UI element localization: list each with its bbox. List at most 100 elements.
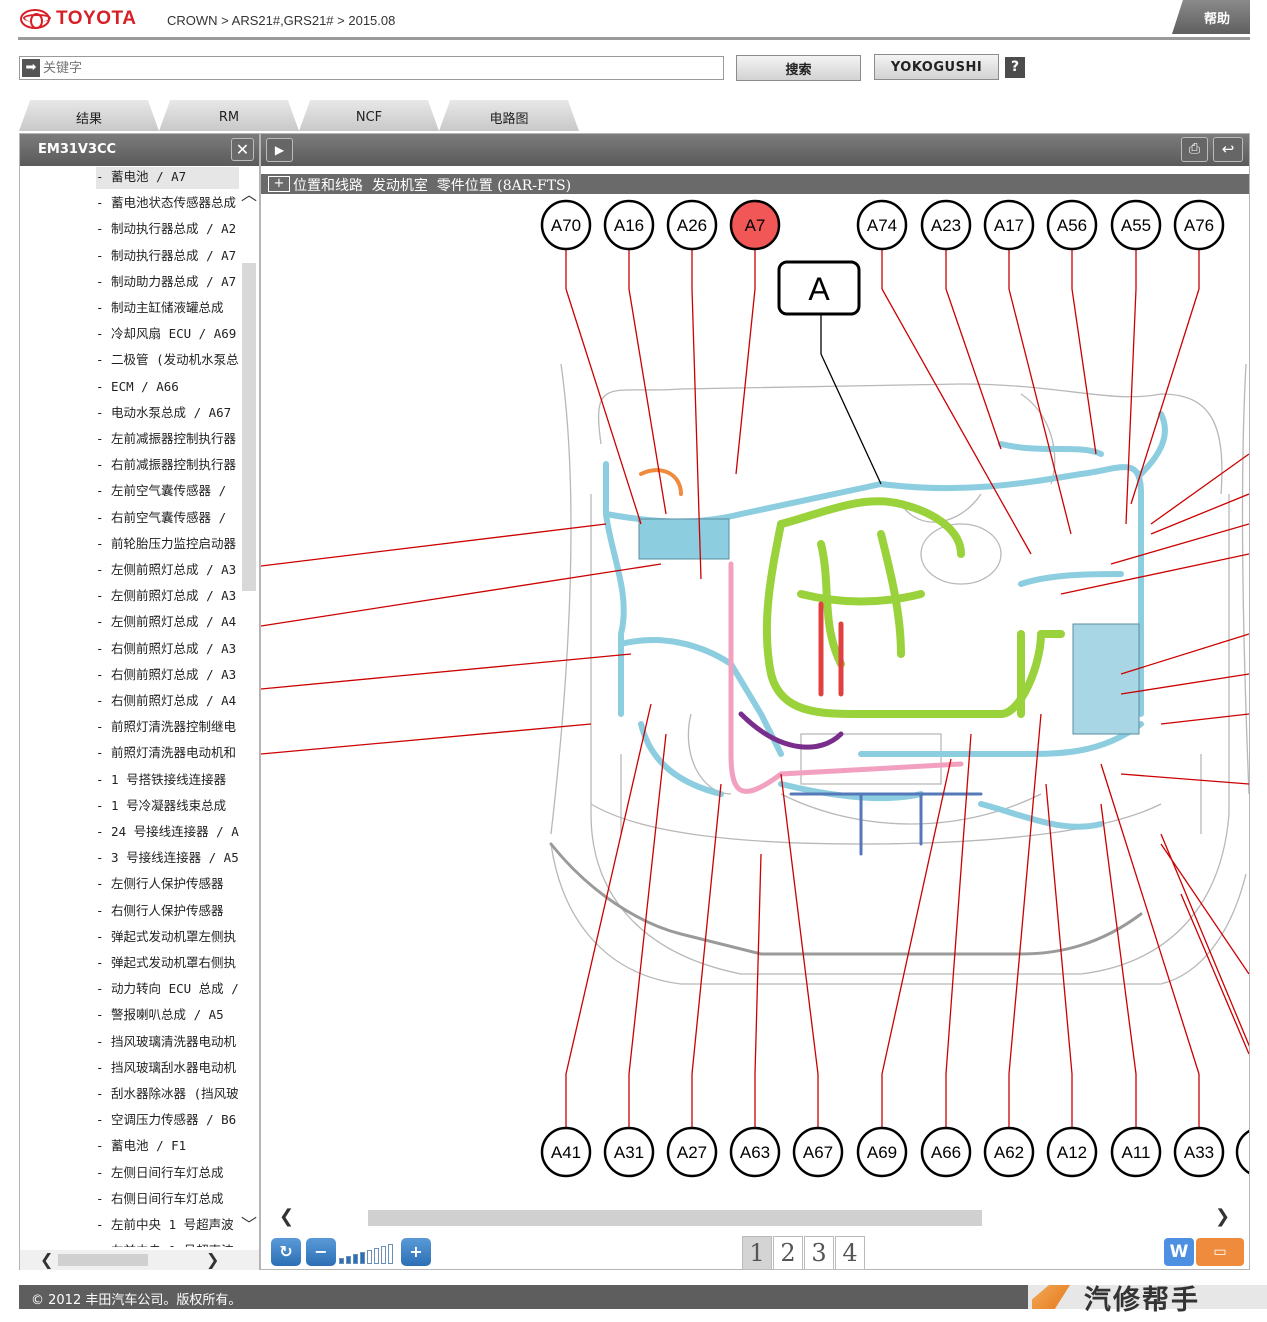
tree-item[interactable]: - 右侧行人保护传感器 bbox=[96, 901, 239, 923]
tree-item[interactable]: - 右前空气囊传感器 / bbox=[96, 508, 239, 530]
diagram-viewport[interactable]: A A70 A16 A26 A7 A74 A23 A17 A56 A55 A76 A41 A31 A2… bbox=[261, 194, 1249, 1206]
connector-marker[interactable]: A23 bbox=[920, 199, 972, 251]
expand-panel-button[interactable]: ▶ bbox=[266, 138, 293, 162]
vertical-scrollbar[interactable]: ︿ ﹀ bbox=[239, 167, 259, 1250]
connector-marker[interactable]: A69 bbox=[856, 1126, 908, 1178]
tree-item[interactable]: - 弹起式发动机罩左侧执 bbox=[96, 927, 239, 949]
connector-label[interactable]: A23 bbox=[931, 216, 961, 235]
tree-item[interactable]: - ECM / A66 bbox=[96, 377, 239, 399]
tree-item[interactable]: - 前照灯清洗器电动机和 bbox=[96, 743, 239, 765]
connector-marker[interactable]: A66 bbox=[920, 1126, 972, 1178]
tree-item[interactable]: - 制动执行器总成 / A2 bbox=[96, 219, 239, 241]
connector-label[interactable]: A41 bbox=[551, 1143, 581, 1162]
tree-item[interactable]: - 右前减振器控制执行器 bbox=[96, 455, 239, 477]
tab-results[interactable]: 结果 bbox=[19, 100, 159, 131]
tab-ncf[interactable]: NCF bbox=[299, 100, 439, 131]
tree-item[interactable]: - 蓄电池 / A7 bbox=[96, 167, 239, 189]
connector-marker[interactable]: A74 bbox=[856, 199, 908, 251]
help-button[interactable]: 帮助 bbox=[1172, 0, 1250, 34]
tree-item[interactable]: - 空调压力传感器 / B6 bbox=[96, 1110, 239, 1132]
back-icon[interactable]: ↩ bbox=[1213, 137, 1243, 162]
chevron-down-icon[interactable]: ﹀ bbox=[239, 1211, 259, 1234]
connector-label[interactable]: A26 bbox=[677, 216, 707, 235]
connector-marker[interactable]: A bbox=[1235, 1128, 1249, 1176]
page-button[interactable]: 2 bbox=[773, 1236, 803, 1270]
chevron-left-icon[interactable]: ❮ bbox=[40, 1250, 53, 1269]
connector-label[interactable]: A27 bbox=[677, 1143, 707, 1162]
connector-marker[interactable]: A55 bbox=[1110, 199, 1162, 251]
connector-label[interactable]: A67 bbox=[803, 1143, 833, 1162]
print-icon[interactable]: ⎙ bbox=[1181, 137, 1208, 162]
tree-item[interactable]: - 制动执行器总成 / A7 bbox=[96, 246, 239, 268]
tree-item[interactable]: - 弹起式发动机罩右侧执 bbox=[96, 953, 239, 975]
tree-item[interactable]: - 警报喇叭总成 / A5 bbox=[96, 1005, 239, 1027]
connector-marker[interactable]: A33 bbox=[1173, 1126, 1225, 1178]
tree-item[interactable]: - 左前中央 1 号超声波 bbox=[96, 1241, 239, 1247]
close-button[interactable]: ✕ bbox=[231, 138, 254, 161]
yokogushi-button[interactable]: YOKOGUSHI bbox=[874, 54, 999, 80]
connector-label[interactable]: A7 bbox=[745, 216, 766, 235]
tree-item[interactable]: - 左侧前照灯总成 / A3 bbox=[96, 560, 239, 582]
connector-label[interactable]: A55 bbox=[1121, 216, 1151, 235]
search-input[interactable] bbox=[43, 58, 719, 78]
connector-label[interactable]: A11 bbox=[1122, 1143, 1151, 1162]
expand-icon[interactable]: + bbox=[268, 176, 290, 192]
connector-marker[interactable]: A67 bbox=[792, 1126, 844, 1178]
tree-item[interactable]: - 右侧前照灯总成 / A3 bbox=[96, 639, 239, 661]
tree-item[interactable]: - 蓄电池状态传感器总成 bbox=[96, 193, 239, 215]
zoom-in-icon[interactable]: + bbox=[401, 1238, 431, 1266]
tree-item[interactable]: - 制动主缸储液罐总成 bbox=[96, 298, 239, 320]
connector-label[interactable]: A56 bbox=[1057, 216, 1087, 235]
chevron-left-icon[interactable]: ❮ bbox=[279, 1206, 294, 1227]
tree-item[interactable]: - 左侧日间行车灯总成 bbox=[96, 1163, 239, 1185]
connector-label[interactable]: A76 bbox=[1184, 216, 1214, 235]
connector-marker[interactable]: A62 bbox=[983, 1126, 1035, 1178]
connector-marker[interactable]: A7 bbox=[729, 199, 781, 251]
zoom-level-indicator[interactable] bbox=[339, 1240, 399, 1264]
tree-item[interactable]: - 左前空气囊传感器 / bbox=[96, 481, 239, 503]
connector-label[interactable]: A70 bbox=[551, 216, 581, 235]
connector-circle[interactable] bbox=[1235, 1128, 1249, 1176]
zoom-out-icon[interactable]: − bbox=[306, 1238, 336, 1266]
tree-item[interactable]: - 1 号冷凝器线束总成 bbox=[96, 796, 239, 818]
tree-item[interactable]: - 左前减振器控制执行器 bbox=[96, 429, 239, 451]
horizontal-scrollbar-left[interactable]: ❮ ❯ bbox=[20, 1250, 259, 1270]
connector-label[interactable]: A33 bbox=[1184, 1143, 1214, 1162]
page-button[interactable]: 4 bbox=[835, 1236, 865, 1270]
tree-item[interactable]: - 挡风玻璃清洗器电动机 bbox=[96, 1032, 239, 1054]
tree-item[interactable]: - 挡风玻璃刮水器电动机 bbox=[96, 1058, 239, 1080]
tree-item[interactable]: - 左前中央 1 号超声波 bbox=[96, 1215, 239, 1237]
connector-marker[interactable]: A31 bbox=[603, 1126, 655, 1178]
tree-item[interactable]: - 左侧行人保护传感器 bbox=[96, 874, 239, 896]
tree-item[interactable]: - 二极管 (发动机水泵总 bbox=[96, 350, 239, 372]
word-export-icon[interactable]: W bbox=[1164, 1238, 1194, 1266]
chevron-right-icon[interactable]: ❯ bbox=[1215, 1206, 1230, 1227]
tab-rm[interactable]: RM bbox=[159, 100, 299, 131]
scroll-thumb[interactable] bbox=[368, 1210, 982, 1226]
connector-label[interactable]: A63 bbox=[740, 1143, 770, 1162]
connector-marker[interactable]: A17 bbox=[983, 199, 1035, 251]
connector-marker[interactable]: A16 bbox=[603, 199, 655, 251]
connector-label[interactable]: A16 bbox=[614, 216, 644, 235]
connector-marker[interactable]: A27 bbox=[666, 1126, 718, 1178]
connector-label[interactable]: A17 bbox=[994, 216, 1024, 235]
tree-item[interactable]: - 电动水泵总成 / A67 bbox=[96, 403, 239, 425]
chevron-right-icon[interactable]: ❯ bbox=[206, 1250, 219, 1269]
refresh-icon[interactable]: ↻ bbox=[271, 1238, 301, 1266]
connector-marker[interactable]: A76 bbox=[1173, 199, 1225, 251]
tree-item[interactable]: - 刮水器除冰器 (挡风玻 bbox=[96, 1084, 239, 1106]
connector-marker[interactable]: A70 bbox=[540, 199, 592, 251]
tree-item[interactable]: - 3 号接线连接器 / A5 bbox=[96, 848, 239, 870]
scroll-thumb[interactable] bbox=[242, 263, 256, 591]
page-button[interactable]: 1 bbox=[742, 1236, 772, 1270]
presentation-export-icon[interactable]: ▭ bbox=[1196, 1238, 1244, 1266]
connector-label[interactable]: A74 bbox=[867, 216, 897, 235]
connector-label[interactable]: A69 bbox=[867, 1143, 897, 1162]
help-question-icon[interactable]: ? bbox=[1005, 57, 1025, 78]
tree-item[interactable]: - 左侧前照灯总成 / A3 bbox=[96, 586, 239, 608]
tree-item[interactable]: - 前照灯清洗器控制继电 bbox=[96, 717, 239, 739]
tree-item[interactable]: - 冷却风扇 ECU / A69 bbox=[96, 324, 239, 346]
tree-item[interactable]: - 右侧前照灯总成 / A4 bbox=[96, 691, 239, 713]
tree-item[interactable]: - 右侧日间行车灯总成 bbox=[96, 1189, 239, 1211]
connector-label[interactable]: A31 bbox=[614, 1143, 644, 1162]
